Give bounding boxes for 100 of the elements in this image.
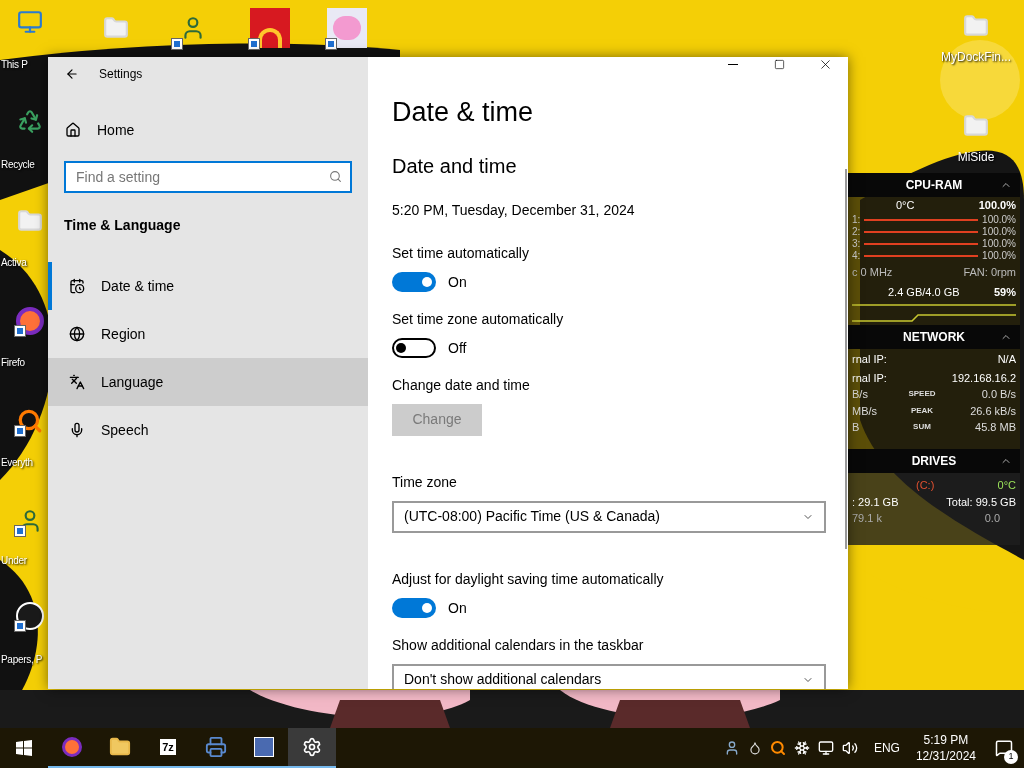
desktop-icon-label[interactable]: Recycle [1, 157, 35, 172]
notification-count: 1 [1004, 750, 1018, 764]
stat-label: SPEED [908, 388, 936, 401]
desktop-icon[interactable] [248, 6, 292, 50]
shortcut-arrow-icon [171, 38, 183, 50]
core-value: 100.0% [982, 237, 1016, 251]
printer-icon [205, 736, 227, 758]
section-heading: Time & Language [63, 216, 182, 235]
core-label: 2: [852, 225, 861, 239]
cpu-temperature: 0°C [896, 198, 915, 213]
setting-label: Adjust for daylight saving time automatically [392, 569, 665, 589]
windows-logo-icon [16, 740, 32, 756]
minimize-icon [728, 64, 738, 65]
stat-value: 26.6 kB/s [969, 403, 1016, 419]
core-value: 100.0% [982, 213, 1016, 227]
clock[interactable]: 5:19 PM 12/31/2024 [915, 732, 976, 764]
core-value: 100.0% [982, 249, 1016, 263]
input-language[interactable]: ENG [873, 739, 900, 757]
desktop-icon-label[interactable]: MiSide [957, 148, 995, 166]
toggle-state: Off [448, 338, 467, 358]
folder-icon [109, 736, 131, 758]
folder-icon [103, 15, 129, 41]
desktop-icon-label[interactable]: Papers, P [1, 652, 43, 667]
ip-value: N/A [997, 352, 1016, 367]
current-date-time: 5:20 PM, Tuesday, December 31, 2024 [392, 200, 636, 220]
stat-value: 45.8 MB [974, 420, 1016, 435]
setting-label: Set time zone automatically [392, 309, 565, 329]
notification-icon [995, 739, 1013, 757]
ip-label: rnal IP: [852, 352, 887, 367]
avatar-icon [254, 737, 274, 757]
stat-value: 0.0 B/s [980, 387, 1016, 402]
nav-item[interactable]: Language [48, 358, 368, 406]
dropdown[interactable]: (UTC-08:00) Pacific Time (US & Canada) [392, 500, 826, 533]
arches-icon [250, 8, 290, 48]
firefox-icon [62, 737, 82, 757]
stat-unit: MB/s [852, 403, 879, 419]
shortcut-arrow-icon [325, 38, 337, 50]
drive-write: 0.0 [984, 511, 1000, 526]
scrollbar[interactable] [845, 169, 847, 549]
setting-label: Change date and time [392, 375, 531, 395]
desktop-icon-label[interactable]: This P [1, 57, 28, 72]
drive-total: Total: 99.5 GB [946, 494, 1016, 510]
section-heading: Date and time [392, 153, 518, 179]
search-field[interactable]: Find a setting [64, 161, 352, 193]
ip-label: rnal IP: [852, 370, 887, 386]
dropdown[interactable]: Don't show additional calendars [392, 663, 826, 689]
page-title: Date & time [392, 96, 535, 129]
recycle-icon [17, 108, 43, 134]
toggle-switch[interactable] [392, 272, 436, 292]
ram-percent: 59% [993, 285, 1016, 300]
desktop-icon-label[interactable]: Firefo [1, 355, 25, 370]
cpu-total: 100.0% [978, 198, 1016, 213]
toggle-state: On [448, 598, 467, 618]
notifications-button[interactable]: 1 [984, 728, 1024, 768]
ram-usage: 2.4 GB/4.0 GB [888, 285, 960, 300]
home-item[interactable]: Home [48, 106, 368, 154]
search-icon [329, 170, 342, 183]
toggle-state: On [448, 272, 467, 292]
stat-label: PEAK [910, 404, 934, 417]
stat-label: SUM [913, 421, 931, 434]
window-title: Settings [99, 65, 143, 83]
search-icon[interactable] [769, 740, 786, 756]
home-icon [65, 122, 81, 138]
stat-unit: B/s [852, 387, 869, 402]
core-label: 1: [852, 213, 861, 227]
taskbar-app[interactable] [288, 728, 336, 768]
toggle-switch[interactable] [392, 338, 436, 358]
shortcut-arrow-icon [14, 325, 26, 337]
core-label: 3: [852, 237, 861, 251]
calendar-icon [69, 278, 85, 294]
drive-read: 79.1 k [852, 511, 882, 526]
shortcut-arrow-icon [14, 425, 26, 437]
snowflake-icon[interactable] [793, 740, 810, 756]
folder-icon [963, 113, 989, 139]
pig-icon [327, 8, 367, 48]
magnifier-icon [17, 408, 43, 434]
globe-icon [69, 326, 85, 342]
archive-icon: 7z [160, 739, 176, 755]
cpu-clock: c 0 MHz [852, 264, 893, 280]
fan-speed: FAN: 0rpm [963, 264, 1016, 280]
taskbar-app[interactable]: 7z [144, 728, 192, 768]
microphone-icon [69, 422, 85, 438]
toggle-switch[interactable] [392, 598, 436, 618]
droplet-icon[interactable] [747, 741, 762, 755]
core-label: 4: [852, 249, 861, 263]
gadget-title: NETWORK [903, 329, 965, 346]
desktop-icon[interactable] [325, 6, 369, 50]
stat-unit: B [852, 420, 861, 435]
ip-value: 192.168.16.2 [951, 370, 1016, 386]
setting-label: Time zone [392, 472, 458, 492]
nav-item[interactable]: Region [48, 310, 368, 358]
folder-icon [963, 13, 989, 39]
nav-item[interactable]: Date & time [48, 262, 368, 310]
gadget-title: CPU-RAM [905, 177, 963, 194]
gadget-title: DRIVES [911, 453, 957, 470]
settings-icon [302, 737, 322, 757]
nav-item[interactable]: Speech [48, 406, 368, 454]
drive-free: : 29.1 GB [852, 494, 899, 510]
language-icon [69, 374, 85, 390]
shortcut-arrow-icon [14, 620, 26, 632]
